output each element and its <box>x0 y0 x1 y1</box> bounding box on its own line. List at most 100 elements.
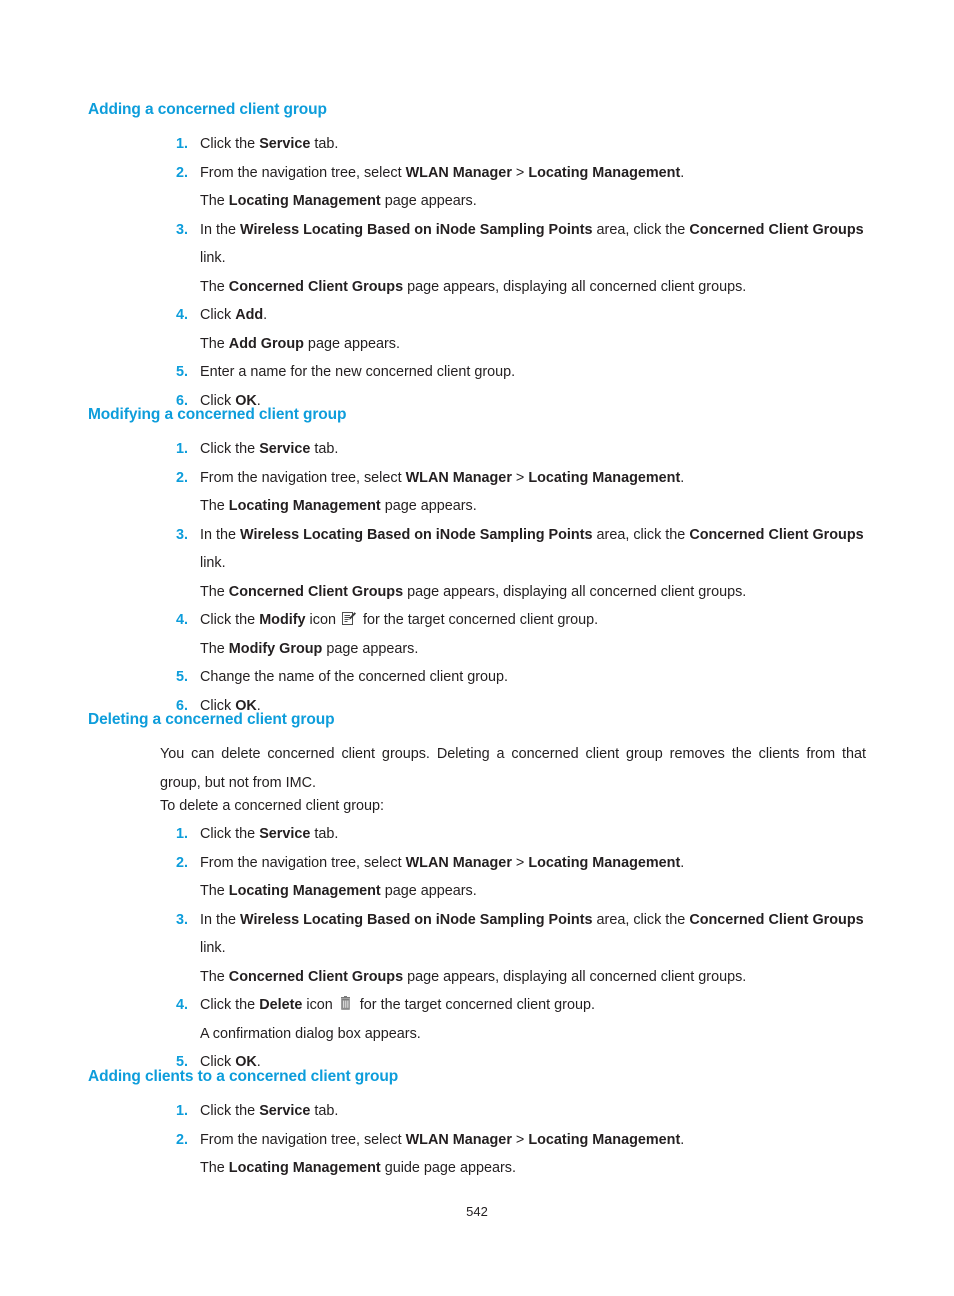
text-run: area, click the <box>592 221 690 238</box>
step-number: 3. <box>175 911 188 928</box>
text-run: for the target concerned client group. <box>358 612 599 628</box>
step-result-text: A confirmation dialog box appears. <box>200 1025 421 1042</box>
text-run: The <box>200 278 229 295</box>
step-text: Click the Service tab. <box>200 820 866 849</box>
text-run: page appears. <box>322 640 419 657</box>
step-number: 3. <box>175 221 188 238</box>
ui-label-wlan-manager: WLAN Manager <box>405 1131 512 1148</box>
text-run: icon <box>302 997 337 1013</box>
text-run: page appears. <box>380 193 477 209</box>
heading-adding-a-concerned-client-group: Adding a concerned client group <box>88 101 327 118</box>
text-run: In the <box>200 911 241 928</box>
step-text: From the navigation tree, select WLAN Ma… <box>200 464 866 493</box>
ui-label-wireless-locating-area: Wireless Locating Based on iNode Samplin… <box>240 221 593 238</box>
step-number: 4. <box>175 307 188 323</box>
step-item: 4. Click the Delete icon for the target … <box>160 991 866 1020</box>
text-run: > <box>511 854 529 871</box>
steps-adding-clients: 1. Click the Service tab. 2. From the na… <box>160 1097 866 1183</box>
steps-adding: 1. Click the Service tab. 2. From the na… <box>160 130 866 415</box>
text-run: . <box>263 307 268 323</box>
page-number: 542 <box>466 1204 488 1219</box>
step-text: Enter a name for the new concerned clien… <box>200 364 516 380</box>
ui-label-service: Service <box>259 826 311 842</box>
step-number: 2. <box>175 1131 188 1148</box>
step-result-text: The Modify Group page appears. <box>160 635 866 664</box>
step-text: In the Wireless Locating Based on iNode … <box>200 216 866 273</box>
ui-label-locating-management: Locating Management <box>528 469 681 486</box>
ui-label-concerned-client-groups: Concerned Client Groups <box>228 583 404 600</box>
text-run: area, click the <box>592 526 690 543</box>
step-text: Change the name of the concerned client … <box>200 669 509 685</box>
ui-label-wlan-manager: WLAN Manager <box>405 469 512 486</box>
ui-label-wlan-manager: WLAN Manager <box>405 164 512 181</box>
text-run: The <box>200 968 229 985</box>
heading-modifying-a-concerned-client-group: Modifying a concerned client group <box>88 406 347 423</box>
delete-icon <box>339 996 354 1012</box>
ui-label-wlan-manager: WLAN Manager <box>405 854 512 871</box>
step-number: 5. <box>175 364 188 380</box>
text-run: area, click the <box>592 911 690 928</box>
step-result-text: The Locating Management page appears. <box>160 492 866 521</box>
step-item: 2. From the navigation tree, select WLAN… <box>160 849 866 878</box>
step-item: 3. In the Wireless Locating Based on iNo… <box>160 906 866 963</box>
ui-label-locating-management: Locating Management <box>228 193 381 209</box>
step-text: Click the Delete icon for the target con… <box>200 991 866 1020</box>
text-run: page appears. <box>380 883 477 899</box>
step-result-text: The Locating Management page appears. <box>160 187 866 216</box>
modify-icon <box>341 611 357 627</box>
text-run: From the navigation tree, select <box>200 1131 406 1148</box>
step-item: 2. From the navigation tree, select WLAN… <box>160 464 866 493</box>
step-text: In the Wireless Locating Based on iNode … <box>200 521 866 578</box>
step-text: Click the Modify icon for the target con… <box>200 606 866 635</box>
text-run: . <box>680 469 685 486</box>
step-number: 4. <box>175 612 188 628</box>
text-run: link. <box>200 940 226 956</box>
step-result-text: The Locating Management page appears. <box>160 877 866 906</box>
document-page: Adding a concerned client group 1. Click… <box>0 0 954 1296</box>
ui-label-locating-management: Locating Management <box>528 1131 681 1148</box>
step-number: 4. <box>175 997 188 1013</box>
ui-label-add: Add <box>235 307 264 323</box>
ui-label-concerned-client-groups: Concerned Client Groups <box>689 526 864 543</box>
text-run: > <box>511 164 529 181</box>
ui-label-add-group: Add Group <box>228 335 304 352</box>
step-text: In the Wireless Locating Based on iNode … <box>200 906 866 963</box>
step-number: 5. <box>175 669 188 685</box>
step-item: 5. Enter a name for the new concerned cl… <box>160 358 866 387</box>
step-text: Click Add. <box>200 301 866 330</box>
text-run: tab. <box>310 1103 339 1119</box>
text-run: From the navigation tree, select <box>200 854 406 871</box>
text-run: link. <box>200 250 226 266</box>
text-run: tab. <box>310 136 339 152</box>
text-run: . <box>680 854 685 871</box>
step-text: Click the Service tab. <box>200 435 866 464</box>
text-run: > <box>511 469 529 486</box>
text-run: Click the <box>200 1103 260 1119</box>
text-run: icon <box>305 612 340 628</box>
heading-deleting-a-concerned-client-group: Deleting a concerned client group <box>88 711 335 728</box>
text-run: The <box>200 335 229 352</box>
step-item: 3. In the Wireless Locating Based on iNo… <box>160 216 866 273</box>
ui-label-service: Service <box>259 136 311 152</box>
ui-label-modify: Modify <box>259 612 306 628</box>
ui-label-modify-group: Modify Group <box>228 640 323 657</box>
text-run: From the navigation tree, select <box>200 164 406 181</box>
ui-label-locating-management: Locating Management <box>228 1160 381 1176</box>
text-run: Click the <box>200 441 260 457</box>
text-run: Click the <box>200 997 260 1013</box>
step-item: 1. Click the Service tab. <box>160 130 866 159</box>
ui-label-concerned-client-groups: Concerned Client Groups <box>228 968 404 985</box>
step-number: 2. <box>175 469 188 486</box>
step-result-text: The Add Group page appears. <box>160 330 866 359</box>
ui-label-concerned-client-groups: Concerned Client Groups <box>689 221 864 238</box>
text-run: > <box>511 1131 529 1148</box>
step-item: 1. Click the Service tab. <box>160 435 866 464</box>
step-item: 5. Change the name of the concerned clie… <box>160 663 866 692</box>
step-item: 1. Click the Service tab. <box>160 1097 866 1126</box>
text-run: The <box>200 883 229 899</box>
step-number: 2. <box>175 164 188 181</box>
text-run: Click the <box>200 612 260 628</box>
text-run: In the <box>200 221 241 238</box>
text-run: page appears, displaying all concerned c… <box>403 968 747 985</box>
step-item: 2. From the navigation tree, select WLAN… <box>160 1126 866 1155</box>
